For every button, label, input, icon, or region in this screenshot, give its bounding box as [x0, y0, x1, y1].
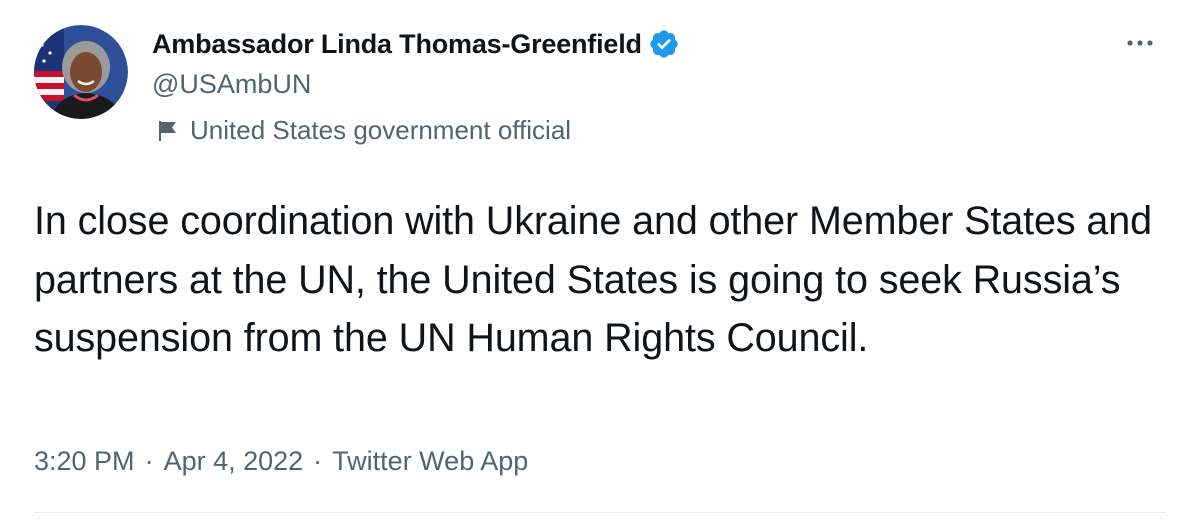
meta-separator-2: ·	[313, 446, 323, 476]
meta-separator: ·	[144, 446, 154, 476]
author-handle[interactable]: @USAmbUN	[152, 69, 311, 100]
tweet-text: In close coordination with Ukraine and o…	[34, 199, 1152, 360]
tweet-card: Ambassador Linda Thomas-Greenfield @USAm…	[0, 0, 1200, 522]
tweet-time[interactable]: 3:20 PM	[34, 446, 135, 477]
tweet-meta: 3:20 PM · Apr 4, 2022 · Twitter Web App	[34, 446, 528, 477]
tweet-date[interactable]: Apr 4, 2022	[164, 446, 304, 477]
verified-badge-icon	[648, 28, 680, 60]
account-label-text: United States government official	[190, 115, 572, 145]
divider	[34, 512, 1166, 513]
author-display-name[interactable]: Ambassador Linda Thomas-Greenfield	[152, 29, 642, 60]
tweet-source-link[interactable]: Twitter Web App	[332, 446, 528, 477]
more-options-button[interactable]	[1118, 28, 1162, 58]
more-options-icon	[1127, 40, 1153, 46]
account-label: United States government official	[156, 115, 571, 146]
avatar-image	[34, 25, 128, 119]
author-avatar[interactable]	[34, 25, 128, 119]
author-name-row: Ambassador Linda Thomas-Greenfield	[152, 28, 680, 60]
flag-icon	[156, 119, 180, 143]
